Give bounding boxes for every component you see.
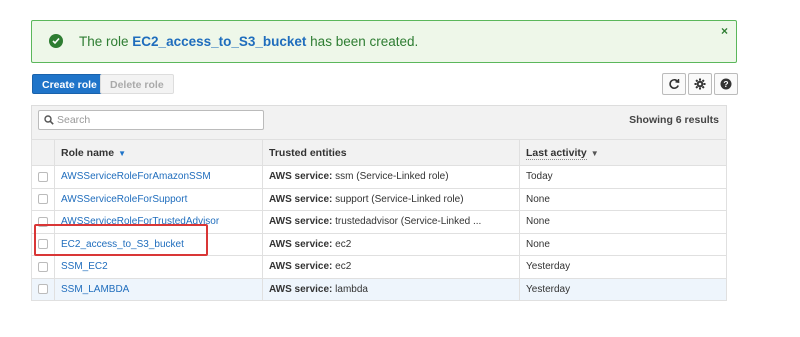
last-activity-cell: Yesterday [519, 277, 727, 301]
trusted-entity-cell: AWS service: ec2 [262, 255, 520, 279]
role-link[interactable]: SSM_EC2 [61, 261, 108, 272]
row-checkbox-cell[interactable] [31, 232, 55, 256]
last-activity-cell: None [519, 187, 727, 211]
last-activity-cell: None [519, 232, 727, 256]
last-activity-cell: Today [519, 165, 727, 189]
row-checkbox-cell[interactable] [31, 210, 55, 234]
role-name-cell: EC2_access_to_S3_bucket [54, 232, 263, 256]
row-checkbox[interactable] [38, 216, 48, 227]
column-header-last-activity[interactable]: Last activity ▼ [519, 139, 727, 166]
row-checkbox-cell[interactable] [31, 277, 55, 301]
role-link[interactable]: AWSServiceRoleForTrustedAdvisor [61, 216, 219, 227]
last-activity-cell: Yesterday [519, 255, 727, 279]
search-box[interactable] [38, 110, 264, 130]
refresh-button[interactable] [662, 73, 686, 95]
row-checkbox-cell[interactable] [31, 165, 55, 189]
help-button[interactable]: ? [714, 73, 738, 95]
row-checkbox-cell[interactable] [31, 187, 55, 211]
role-link[interactable]: AWSServiceRoleForAmazonSSM [61, 171, 211, 182]
success-banner: The role EC2_access_to_S3_bucket has bee… [31, 20, 737, 63]
search-input[interactable] [57, 112, 257, 128]
role-link[interactable]: AWSServiceRoleForSupport [61, 194, 187, 205]
role-name-cell: SSM_EC2 [54, 255, 263, 279]
table-row[interactable]: EC2_access_to_S3_bucket AWS service: ec2… [31, 232, 727, 256]
trusted-entity-cell: AWS service: ec2 [262, 232, 520, 256]
role-link[interactable]: EC2_access_to_S3_bucket [61, 239, 184, 250]
role-name-cell: AWSServiceRoleForAmazonSSM [54, 165, 263, 189]
check-circle-icon [49, 34, 63, 48]
column-header-role-name[interactable]: Role name ▼ [54, 139, 263, 166]
row-checkbox-cell[interactable] [31, 255, 55, 279]
last-activity-cell: None [519, 210, 727, 234]
row-checkbox[interactable] [38, 171, 48, 182]
role-name-cell: AWSServiceRoleForSupport [54, 187, 263, 211]
roles-table-panel: Showing 6 results Role name▼ Trusted ent… [31, 105, 727, 301]
delete-role-button[interactable]: Delete role [100, 74, 174, 94]
role-name-cell: SSM_LAMBDA [54, 277, 263, 301]
settings-button[interactable] [688, 73, 712, 95]
column-header-trusted-entities: Trusted entities [262, 139, 520, 166]
table-row[interactable]: AWSServiceRoleForAmazonSSM AWS service: … [31, 165, 727, 189]
role-link[interactable]: SSM_LAMBDA [61, 284, 129, 295]
results-count: Showing 6 results [629, 114, 719, 126]
row-checkbox[interactable] [38, 261, 48, 272]
roles-table: Role name ▼ Trusted entities Last activit… [31, 139, 727, 301]
row-checkbox[interactable] [38, 194, 48, 205]
close-icon[interactable]: × [721, 24, 728, 38]
table-row[interactable]: AWSServiceRoleForSupport AWS service: su… [31, 187, 727, 211]
table-row[interactable]: SSM_EC2 AWS service: ec2 Yesterday [31, 255, 727, 279]
svg-text:?: ? [723, 79, 728, 89]
create-role-button[interactable]: Create role [32, 74, 107, 94]
created-role-link[interactable]: EC2_access_to_S3_bucket [132, 34, 306, 49]
role-name-cell: AWSServiceRoleForTrustedAdvisor [54, 210, 263, 234]
trusted-entity-cell: AWS service: lambda [262, 277, 520, 301]
sort-down-icon: ▼ [118, 148, 127, 158]
sort-down-icon: ▼ [590, 148, 599, 158]
row-checkbox[interactable] [38, 284, 48, 295]
filter-bar: Showing 6 results [31, 105, 727, 139]
success-message: The role EC2_access_to_S3_bucket has bee… [79, 34, 419, 49]
row-checkbox[interactable] [38, 239, 48, 250]
table-row[interactable]: SSM_LAMBDA AWS service: lambda Yesterday [31, 277, 727, 301]
table-header-row: Role name ▼ Trusted entities Last activit… [31, 139, 727, 166]
header-checkbox-cell [31, 139, 55, 166]
trusted-entity-cell: AWS service: ssm (Service-Linked role) [262, 165, 520, 189]
trusted-entity-cell: AWS service: trustedadvisor (Service-Lin… [262, 210, 520, 234]
table-row[interactable]: AWSServiceRoleForTrustedAdvisor AWS serv… [31, 210, 727, 234]
trusted-entity-cell: AWS service: support (Service-Linked rol… [262, 187, 520, 211]
